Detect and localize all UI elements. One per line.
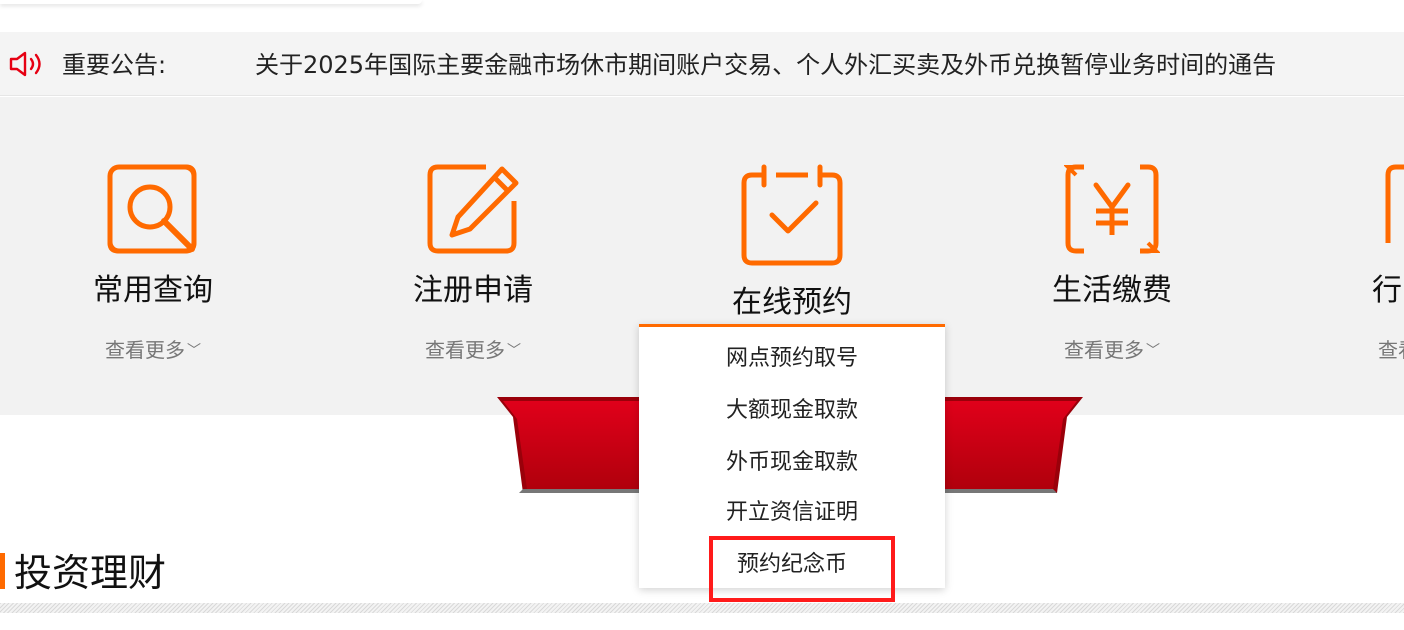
speaker-icon [9, 51, 41, 77]
menu-item-credit-certificate[interactable]: 开立资信证明 [639, 488, 945, 538]
see-more-link[interactable]: 查看更多 ﹀ [1012, 337, 1212, 364]
notice-link[interactable]: 关于2025年国际主要金融市场休市期间账户交易、个人外汇买卖及外币兑换暂停业务时… [255, 50, 1276, 80]
partial-icon [1385, 164, 1404, 243]
notice-label: 重要公告: [62, 51, 167, 79]
see-more-link[interactable]: 查看 [1378, 337, 1404, 363]
section-title: 投资理财 [14, 551, 167, 595]
section-accent-bar [0, 553, 5, 589]
service-title: 在线预约 [732, 285, 852, 320]
menu-item-foreign-cash-withdrawal[interactable]: 外币现金取款 [639, 438, 945, 488]
chevron-down-icon: ﹀ [1146, 343, 1160, 359]
notice-bar: 重要公告: 关于2025年国际主要金融市场休市期间账户交易、个人外汇买卖及外币兑… [0, 32, 1404, 96]
service-title: 行 [1372, 273, 1402, 308]
see-more-link[interactable]: 查看更多 ﹀ [53, 337, 253, 364]
menu-item-large-cash-withdrawal[interactable]: 大额现金取款 [639, 386, 945, 436]
highlight-box [709, 536, 895, 602]
service-title: 生活缴费 [1052, 273, 1172, 308]
chevron-down-icon: ﹀ [507, 343, 521, 359]
see-more-link[interactable]: 查看更多 ﹀ [373, 337, 573, 364]
yen-icon [1064, 164, 1160, 254]
top-card-edge [0, 0, 422, 4]
calendar-check-icon [741, 164, 843, 266]
section-divider [0, 603, 1404, 613]
service-title: 常用查询 [93, 273, 213, 308]
menu-item-branch-queue[interactable]: 网点预约取号 [639, 334, 945, 384]
chevron-down-icon: ﹀ [187, 343, 201, 359]
search-icon [107, 164, 197, 254]
service-title: 注册申请 [413, 273, 533, 308]
edit-icon [427, 164, 519, 254]
